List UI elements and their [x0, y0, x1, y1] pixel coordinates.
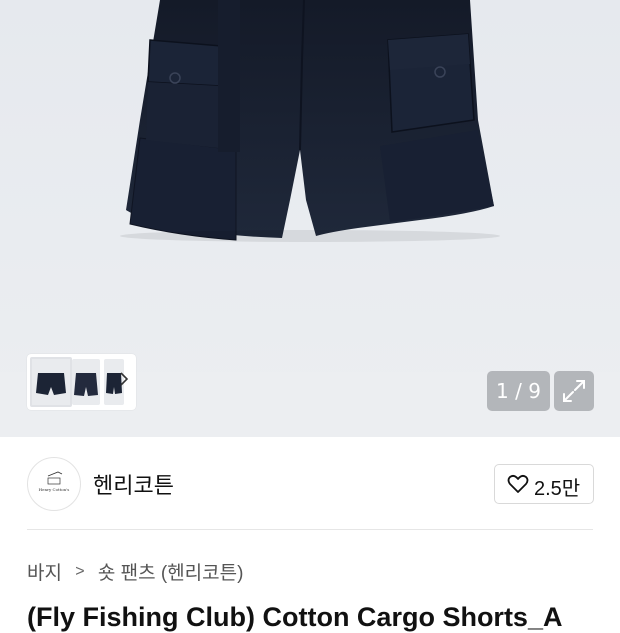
divider: [27, 529, 593, 530]
product-image-gallery[interactable]: 1 / 9: [0, 0, 620, 437]
like-count: 2.5만: [534, 478, 581, 500]
image-page-counter: 1 / 9: [487, 371, 550, 411]
svg-text:Henry Cotton's: Henry Cotton's: [39, 487, 70, 492]
thumbnail-1[interactable]: [30, 357, 72, 407]
expand-icon: [563, 380, 585, 402]
brand-logo[interactable]: Henry Cotton's: [27, 457, 81, 511]
thumbnail-strip[interactable]: [27, 354, 136, 410]
heart-icon: [507, 474, 529, 493]
chevron-right-icon[interactable]: [119, 371, 129, 391]
breadcrumb-item-category[interactable]: 바지: [27, 558, 62, 585]
brand-name[interactable]: 헨리코튼: [93, 468, 174, 500]
thumbnail-2[interactable]: [72, 359, 100, 405]
product-title: (Fly Fishing Club) Cotton Cargo Shorts_A: [27, 602, 563, 632]
like-button[interactable]: 2.5만: [494, 464, 594, 504]
breadcrumb-separator: >: [75, 562, 85, 580]
breadcrumb: 바지 > 숏 팬츠 (헨리코튼): [27, 558, 243, 585]
breadcrumb-item-subcategory[interactable]: 숏 팬츠 (헨리코튼): [98, 558, 244, 585]
expand-image-button[interactable]: [554, 371, 594, 411]
